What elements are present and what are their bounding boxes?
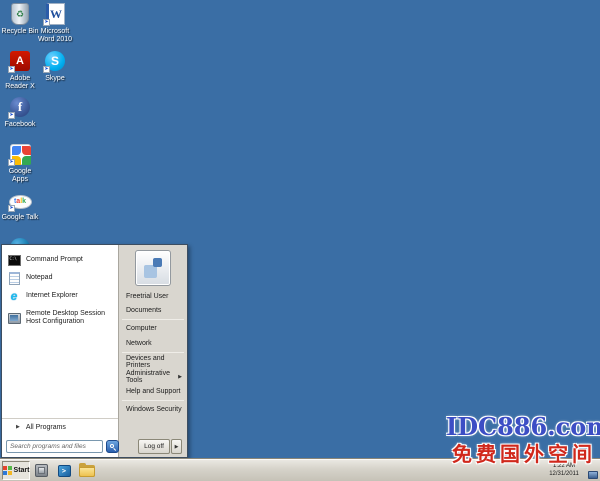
menu-separator	[122, 319, 184, 320]
icon-label: Google Apps	[1, 168, 39, 184]
internet-explorer-icon: e	[7, 289, 21, 303]
menu-item-devices-and-printers[interactable]: Devices and Printers	[119, 354, 187, 369]
all-programs-arrow-icon: ▶	[16, 424, 20, 430]
watermark-site: IDC886.com	[446, 412, 598, 441]
shortcut-arrow-icon: ➤	[43, 19, 50, 26]
log-off-button[interactable]: Log off	[138, 439, 170, 454]
desktop-icon-google-talk[interactable]: talk ➤ Google Talk	[1, 188, 39, 222]
menu-item-computer[interactable]: Computer	[119, 321, 187, 336]
shortcut-arrow-icon: ➤	[8, 66, 15, 73]
dropdown-arrow-icon: ▶	[175, 444, 179, 450]
menu-item-rd-session-host-config[interactable]: Remote Desktop Session Host Configuratio…	[2, 305, 118, 331]
log-off-options-button[interactable]: ▶	[171, 439, 182, 454]
menu-item-windows-security[interactable]: Windows Security	[119, 402, 187, 417]
notepad-icon	[7, 271, 21, 285]
start-button[interactable]: Start	[2, 461, 30, 480]
taskbar-item-powershell[interactable]: >	[56, 463, 72, 478]
shortcut-arrow-icon: ➤	[8, 205, 15, 212]
desktop-icon-adobe-reader[interactable]: A ➤ Adobe Reader X	[1, 49, 39, 91]
menu-item-help-and-support[interactable]: Help and Support	[119, 384, 187, 399]
taskbar-clock[interactable]: 1:22 AM 12/31/2011	[541, 462, 587, 478]
desktop-icon-recycle-bin[interactable]: ♻ Recycle Bin	[1, 2, 39, 36]
icon-label: Recycle Bin	[2, 28, 39, 36]
icon-label: Skype	[45, 75, 64, 83]
menu-item-documents[interactable]: Documents	[119, 303, 187, 318]
clock-time: 1:22 AM	[541, 462, 587, 470]
menu-item-command-prompt[interactable]: C:\ Command Prompt	[2, 251, 118, 269]
user-name-item[interactable]: Freetrial User	[119, 289, 187, 303]
folder-icon	[79, 465, 95, 477]
start-menu-right-panel: Freetrial User Documents Computer Networ…	[118, 245, 187, 457]
shortcut-arrow-icon: ➤	[43, 66, 50, 73]
windows-logo-icon	[3, 466, 12, 475]
search-icon	[110, 444, 116, 450]
menu-item-notepad[interactable]: Notepad	[2, 269, 118, 287]
submenu-arrow-icon: ▶	[178, 374, 182, 380]
desktop: ♻ Recycle Bin W ➤ Microsoft Word 2010 A …	[0, 0, 600, 481]
taskbar-item-windows-explorer[interactable]	[79, 463, 95, 478]
start-menu: C:\ Command Prompt Notepad e Internet Ex…	[1, 244, 188, 458]
tray-notification-icon[interactable]	[588, 471, 598, 479]
menu-item-internet-explorer[interactable]: e Internet Explorer	[2, 287, 118, 305]
all-programs-button[interactable]: ▶ All Programs	[2, 418, 118, 435]
menu-separator	[122, 400, 184, 401]
icon-label: Microsoft Word 2010	[36, 28, 74, 44]
shortcut-arrow-icon: ➤	[8, 159, 15, 166]
desktop-icon-facebook[interactable]: f ➤ Facebook	[1, 95, 39, 129]
desktop-icon-skype[interactable]: S ➤ Skype	[36, 49, 74, 83]
taskbar: Start > 1:22 AM 12/31/2011	[0, 458, 600, 481]
server-manager-icon	[35, 464, 48, 477]
command-prompt-icon: C:\	[7, 253, 21, 267]
search-button[interactable]	[106, 440, 119, 453]
menu-item-network[interactable]: Network	[119, 336, 187, 351]
desktop-icon-microsoft-word[interactable]: W ➤ Microsoft Word 2010	[36, 2, 74, 44]
desktop-icon-google-apps[interactable]: ➤ Google Apps	[1, 142, 39, 184]
icon-label: Facebook	[5, 121, 36, 129]
rd-session-host-icon	[7, 311, 21, 325]
start-menu-left-panel: C:\ Command Prompt Notepad e Internet Ex…	[2, 245, 118, 457]
shortcut-arrow-icon: ➤	[8, 112, 15, 119]
powershell-icon: >	[58, 465, 71, 477]
icon-label: Adobe Reader X	[1, 75, 39, 91]
user-avatar[interactable]	[135, 250, 171, 286]
search-input[interactable]	[6, 440, 103, 453]
recycle-bin-icon: ♻	[11, 3, 29, 25]
clock-date: 12/31/2011	[541, 470, 587, 478]
taskbar-item-server-manager[interactable]	[33, 463, 49, 478]
menu-separator	[122, 352, 184, 353]
icon-label: Google Talk	[2, 214, 39, 222]
menu-item-administrative-tools[interactable]: Administrative Tools ▶	[119, 369, 187, 384]
